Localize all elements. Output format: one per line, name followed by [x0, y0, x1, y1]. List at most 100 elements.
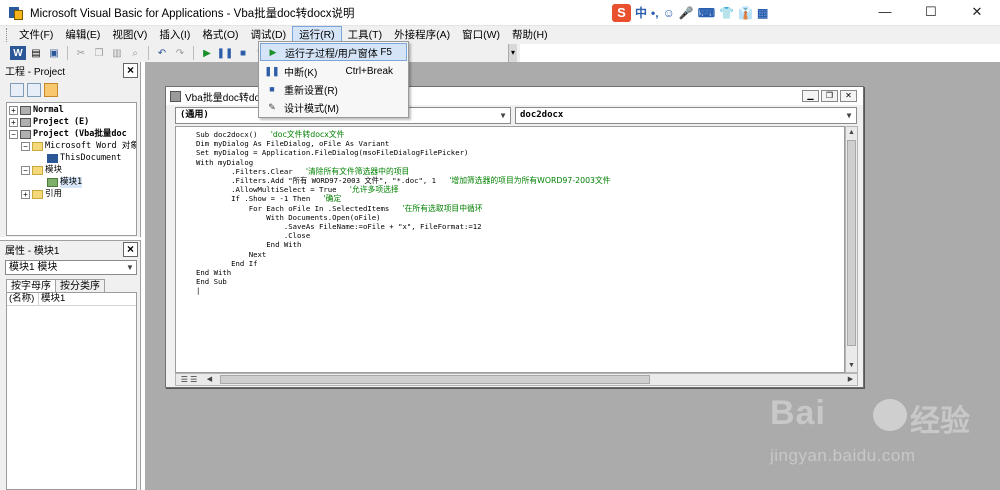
- view-toggle-icon[interactable]: ☰ ☰: [177, 374, 201, 385]
- reset-icon[interactable]: ■: [235, 46, 251, 60]
- redo-icon[interactable]: ↷: [172, 46, 188, 60]
- copy-icon[interactable]: ❐: [91, 46, 107, 60]
- menu-window[interactable]: 窗口(W): [456, 26, 506, 44]
- code-line[interactable]: End With: [196, 240, 301, 249]
- code-line[interactable]: With Documents.Open(oFile): [196, 213, 380, 222]
- paste-icon[interactable]: ▥: [109, 46, 125, 60]
- menu-help[interactable]: 帮助(H): [506, 26, 554, 44]
- scroll-right-icon[interactable]: ▶: [845, 374, 856, 385]
- minimize-button[interactable]: ▁: [802, 90, 819, 102]
- find-icon[interactable]: ⌕: [127, 46, 143, 60]
- insert-userform-icon[interactable]: ▤: [28, 46, 44, 60]
- close-button[interactable]: ✕: [840, 90, 857, 102]
- ime-item-5[interactable]: 👕: [719, 6, 734, 20]
- tree-item-word-objects[interactable]: − Microsoft Word 对象: [21, 141, 136, 152]
- code-line[interactable]: Dim myDialog As FileDialog, oFile As Var…: [196, 139, 389, 148]
- view-code-icon[interactable]: [10, 83, 24, 97]
- ime-item-4[interactable]: ⌨: [698, 6, 715, 20]
- ime-item-1[interactable]: •,: [651, 6, 659, 20]
- tree-item-project-vba[interactable]: − Project (Vba批量doc: [9, 129, 127, 140]
- menu-view[interactable]: 视图(V): [106, 26, 153, 44]
- menu-edit[interactable]: 编辑(E): [59, 26, 106, 44]
- save-icon[interactable]: ▣: [46, 46, 62, 60]
- chevron-down-icon[interactable]: ▼: [124, 261, 136, 274]
- word-document-icon: [47, 154, 58, 163]
- collapse-icon[interactable]: −: [9, 130, 18, 139]
- tree-item-references[interactable]: + 引用: [21, 189, 62, 200]
- property-value[interactable]: 模块1: [39, 293, 65, 305]
- scroll-down-icon[interactable]: ▼: [846, 360, 857, 372]
- collapse-icon[interactable]: −: [21, 166, 30, 175]
- procedure-combo[interactable]: doc2docx ▼: [515, 107, 857, 124]
- maximize-button[interactable]: ☐: [908, 0, 954, 25]
- ime-item-0[interactable]: 中: [635, 4, 647, 21]
- code-editor[interactable]: Sub doc2docx() 'doc文件转docx文件 Dim myDialog…: [175, 126, 845, 373]
- ime-item-6[interactable]: 👔: [738, 6, 753, 20]
- code-line[interactable]: Next: [196, 250, 267, 259]
- object-select[interactable]: 模块1 模块 ▼: [5, 260, 137, 275]
- code-line[interactable]: .SaveAs FileName:=oFile + "x", FileForma…: [196, 222, 482, 231]
- code-line[interactable]: End If: [196, 259, 257, 268]
- module-icon: [170, 90, 181, 102]
- close-icon[interactable]: ×: [123, 242, 138, 257]
- code-comment: '清除所有文件筛选器中的项目: [305, 166, 410, 176]
- tree-item-normal[interactable]: + Normal: [9, 105, 64, 116]
- cut-icon[interactable]: ✂: [73, 46, 89, 60]
- tree-item-thisdocument[interactable]: ThisDocument: [47, 153, 121, 164]
- view-object-icon[interactable]: [27, 83, 41, 97]
- code-line[interactable]: For Each oFile In .SelectedItems '在所有选取项…: [196, 204, 483, 213]
- design-mode-item[interactable]: ✎ 设计模式(M): [260, 98, 407, 116]
- play-icon: ▶: [269, 46, 277, 57]
- collapse-icon[interactable]: −: [21, 142, 30, 151]
- property-row[interactable]: (名称) 模块1: [7, 293, 136, 306]
- code-line[interactable]: .Filters.Add "所有 WORD97-2003 文件", "*.doc…: [196, 176, 610, 185]
- toggle-folders-icon[interactable]: [44, 83, 58, 97]
- horizontal-scrollbar[interactable]: ☰ ☰ ◀ ▶: [175, 373, 858, 386]
- scroll-left-icon[interactable]: ◀: [204, 374, 215, 385]
- code-line[interactable]: Sub doc2docx() 'doc文件转docx文件: [196, 130, 344, 139]
- tree-item-modules[interactable]: − 模块: [21, 165, 62, 176]
- restore-button[interactable]: ❐: [821, 90, 838, 102]
- reset-item[interactable]: ■ 重新设置(R): [260, 80, 407, 98]
- code-line[interactable]: .AllowMultiSelect = True '允许多项选择: [196, 185, 399, 194]
- expand-icon[interactable]: +: [9, 106, 18, 115]
- tree-item-project-e[interactable]: + Project (E): [9, 117, 89, 128]
- run-sub-userform-item[interactable]: ▶ 运行子过程/用户窗体 F5: [260, 43, 407, 61]
- ime-item-7[interactable]: ▦: [757, 6, 768, 20]
- close-icon[interactable]: ×: [123, 63, 138, 78]
- code-line[interactable]: If .Show = -1 Then '确定: [196, 194, 341, 203]
- minimize-button[interactable]: —: [862, 0, 908, 25]
- tree-label: 引用: [45, 189, 63, 199]
- vertical-scrollbar[interactable]: ▲ ▼: [845, 126, 858, 373]
- chevron-down-icon[interactable]: ▼: [843, 109, 855, 122]
- run-icon[interactable]: ▶: [199, 46, 215, 60]
- close-button[interactable]: ✕: [954, 0, 1000, 25]
- scroll-up-icon[interactable]: ▲: [846, 127, 857, 139]
- ime-item-3[interactable]: 🎤: [679, 6, 694, 20]
- code-line[interactable]: Set myDialog = Application.FileDialog(ms…: [196, 148, 468, 157]
- toolbar-overflow-icon[interactable]: ▾: [508, 44, 517, 62]
- scroll-thumb[interactable]: [220, 375, 650, 384]
- code-text: End With: [196, 240, 302, 250]
- code-line[interactable]: .Filters.Clear '清除所有文件筛选器中的项目: [196, 167, 409, 176]
- break-item[interactable]: ❚❚ 中断(K) Ctrl+Break: [260, 62, 407, 80]
- menu-format[interactable]: 格式(O): [196, 26, 244, 44]
- menu-insert[interactable]: 插入(I): [153, 26, 196, 44]
- chevron-down-icon[interactable]: ▼: [497, 109, 509, 122]
- code-line[interactable]: End With: [196, 268, 231, 277]
- tree-label: ThisDocument: [60, 153, 122, 163]
- code-line[interactable]: .Close: [196, 231, 310, 240]
- expand-icon[interactable]: +: [9, 118, 18, 127]
- code-line[interactable]: |: [196, 286, 200, 295]
- tree-item-module1[interactable]: 模块1: [47, 177, 83, 188]
- expand-icon[interactable]: +: [21, 190, 30, 199]
- sogou-logo-icon[interactable]: S: [612, 3, 631, 22]
- menu-file[interactable]: 文件(F): [13, 26, 59, 44]
- undo-icon[interactable]: ↶: [154, 46, 170, 60]
- break-icon[interactable]: ❚❚: [217, 46, 234, 60]
- ime-item-2[interactable]: ☺: [663, 6, 675, 20]
- scroll-thumb[interactable]: [847, 140, 856, 346]
- code-line[interactable]: With myDialog: [196, 158, 253, 167]
- word-view-icon[interactable]: W: [10, 46, 26, 60]
- code-line[interactable]: End Sub: [196, 277, 227, 286]
